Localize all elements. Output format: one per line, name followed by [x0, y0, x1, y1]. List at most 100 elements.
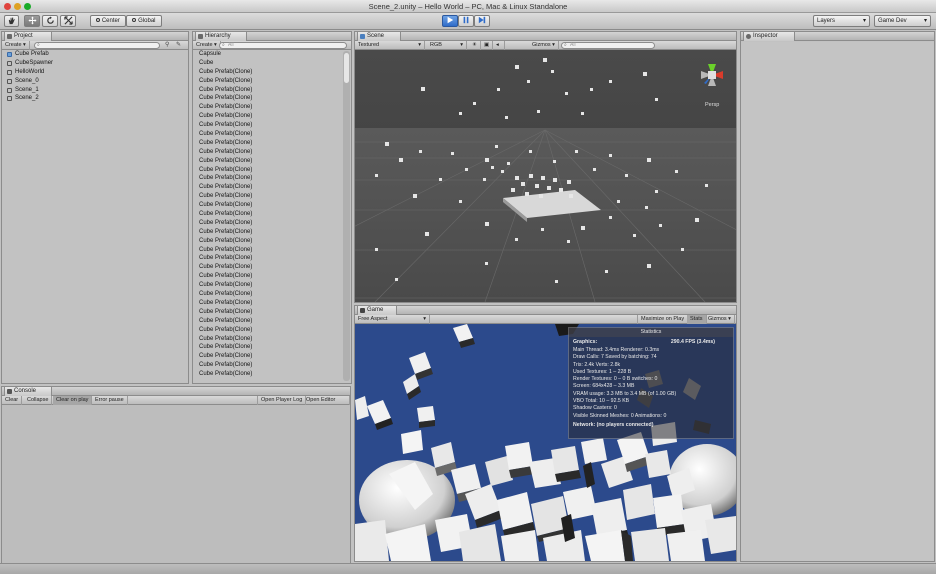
- scene-view[interactable]: Persp: [355, 50, 736, 302]
- project-asset-item[interactable]: Scene_2: [2, 94, 188, 103]
- scene-lighting-toggle[interactable]: ☀: [469, 41, 481, 50]
- console-log-area[interactable]: [2, 405, 350, 571]
- hierarchy-item[interactable]: Cube Prefab(Clone): [193, 139, 341, 148]
- play-button[interactable]: [442, 15, 458, 27]
- close-window-button[interactable]: [4, 3, 11, 10]
- hierarchy-item[interactable]: Capsule: [193, 50, 341, 59]
- scene-overlay-toggle[interactable]: ▣: [481, 41, 493, 50]
- hierarchy-item[interactable]: Cube Prefab(Clone): [193, 370, 341, 379]
- hierarchy-item[interactable]: Cube Prefab(Clone): [193, 77, 341, 86]
- hand-tool-button[interactable]: [4, 15, 19, 27]
- hierarchy-item[interactable]: Cube Prefab(Clone): [193, 281, 341, 290]
- hierarchy-item[interactable]: Cube Prefab(Clone): [193, 130, 341, 139]
- stats-line: VRAM usage: 3.3 MB to 3.4 MB (of 1.00 GB…: [573, 390, 677, 397]
- hierarchy-item[interactable]: Cube Prefab(Clone): [193, 308, 341, 317]
- minimize-window-button[interactable]: [14, 3, 21, 10]
- project-asset-label: Scene_2: [15, 95, 39, 102]
- hierarchy-item[interactable]: Cube Prefab(Clone): [193, 94, 341, 103]
- hierarchy-item[interactable]: Cube Prefab(Clone): [193, 299, 341, 308]
- hierarchy-item[interactable]: Cube Prefab(Clone): [193, 183, 341, 192]
- hierarchy-item[interactable]: Cube Prefab(Clone): [193, 246, 341, 255]
- hierarchy-item[interactable]: Cube Prefab(Clone): [193, 121, 341, 130]
- project-asset-label: Scene_0: [15, 77, 39, 84]
- hierarchy-item[interactable]: Cube Prefab(Clone): [193, 103, 341, 112]
- console-collapse-button[interactable]: Collapse: [24, 396, 53, 405]
- tab-hierarchy[interactable]: Hierarchy: [195, 32, 247, 41]
- hierarchy-item[interactable]: Cube Prefab(Clone): [193, 219, 341, 228]
- hierarchy-create-button[interactable]: Create ▾: [193, 41, 221, 50]
- hierarchy-item[interactable]: Cube Prefab(Clone): [193, 272, 341, 281]
- project-search-input[interactable]: ⌕: [34, 42, 160, 49]
- zoom-window-button[interactable]: [24, 3, 31, 10]
- hierarchy-item[interactable]: Cube Prefab(Clone): [193, 201, 341, 210]
- hierarchy-item[interactable]: Cube Prefab(Clone): [193, 352, 341, 361]
- layout-dropdown[interactable]: Game Dev ▾: [874, 15, 931, 27]
- project-create-button[interactable]: Create ▾: [2, 41, 30, 50]
- project-asset-item[interactable]: HelloWorld: [2, 68, 188, 77]
- filter-by-type-icon[interactable]: ⚲: [165, 41, 169, 50]
- hierarchy-item[interactable]: Cube Prefab(Clone): [193, 343, 341, 352]
- hierarchy-item[interactable]: Cube Prefab(Clone): [193, 263, 341, 272]
- space-toggle[interactable]: Global: [126, 15, 162, 27]
- project-asset-item[interactable]: CubeSpawner: [2, 59, 188, 68]
- step-button[interactable]: [474, 15, 490, 27]
- hierarchy-item[interactable]: Cube: [193, 59, 341, 68]
- pause-button[interactable]: [458, 15, 474, 27]
- tab-game[interactable]: Game: [357, 306, 397, 315]
- console-error-pause-toggle[interactable]: Error pause: [92, 396, 128, 405]
- hierarchy-item[interactable]: Cube Prefab(Clone): [193, 237, 341, 246]
- hierarchy-item[interactable]: Cube Prefab(Clone): [193, 192, 341, 201]
- hierarchy-scrollbar[interactable]: [343, 51, 350, 381]
- shading-mode-dropdown[interactable]: Textured ▾: [355, 41, 425, 50]
- scene-audio-toggle[interactable]: ◂: [493, 41, 505, 50]
- game-gizmos-dropdown[interactable]: Gizmos ▾: [705, 315, 735, 324]
- project-asset-item[interactable]: Scene_1: [2, 86, 188, 95]
- scale-tool-button[interactable]: [60, 15, 76, 27]
- scene-viewport[interactable]: Persp: [355, 50, 736, 302]
- console-clear-button[interactable]: Clear: [2, 396, 23, 405]
- scene-gizmos-dropdown[interactable]: Gizmos ▾: [529, 41, 559, 50]
- filter-by-label-icon[interactable]: ✎: [176, 41, 181, 50]
- hierarchy-item[interactable]: Cube Prefab(Clone): [193, 210, 341, 219]
- hierarchy-item[interactable]: Cube Prefab(Clone): [193, 254, 341, 263]
- hierarchy-item[interactable]: Cube Prefab(Clone): [193, 174, 341, 183]
- layers-dropdown[interactable]: Layers ▾: [813, 15, 870, 27]
- tab-scene[interactable]: Scene: [357, 32, 401, 41]
- hierarchy-item[interactable]: Cube Prefab(Clone): [193, 326, 341, 335]
- globe-icon: [132, 18, 137, 22]
- hierarchy-item[interactable]: Cube Prefab(Clone): [193, 290, 341, 299]
- hierarchy-item[interactable]: Cube Prefab(Clone): [193, 148, 341, 157]
- pause-icon: [463, 16, 469, 24]
- hierarchy-item[interactable]: Cube Prefab(Clone): [193, 317, 341, 326]
- maximize-on-play-toggle[interactable]: Maximize on Play: [637, 315, 689, 324]
- project-tab-icon: [7, 34, 12, 39]
- hierarchy-item[interactable]: Cube Prefab(Clone): [193, 335, 341, 344]
- project-asset-item[interactable]: Scene_0: [2, 77, 188, 86]
- open-player-log-button[interactable]: Open Player Log: [257, 396, 307, 405]
- hierarchy-item[interactable]: Cube Prefab(Clone): [193, 228, 341, 237]
- stats-line: Main Thread: 3.4ms Renderer: 0.3ms: [573, 347, 660, 353]
- hierarchy-item[interactable]: Cube Prefab(Clone): [193, 157, 341, 166]
- scrollbar-thumb[interactable]: [344, 53, 349, 83]
- open-editor-log-button[interactable]: Open Editor Log: [303, 396, 350, 412]
- inspector-panel: Inspector: [740, 31, 935, 562]
- tab-project[interactable]: Project: [4, 32, 52, 41]
- rotate-tool-button[interactable]: [42, 15, 58, 27]
- hierarchy-search-input[interactable]: ⌕ All: [219, 42, 347, 49]
- tab-console[interactable]: Console: [4, 387, 52, 396]
- hierarchy-item[interactable]: Cube Prefab(Clone): [193, 68, 341, 77]
- render-mode-dropdown[interactable]: RGB ▾: [427, 41, 467, 50]
- pivot-toggle[interactable]: Center: [90, 15, 126, 27]
- hierarchy-item[interactable]: Cube Prefab(Clone): [193, 361, 341, 370]
- stats-toggle[interactable]: Stats: [687, 315, 707, 324]
- move-tool-button[interactable]: [24, 15, 40, 27]
- scene-persp-label[interactable]: Persp: [705, 102, 719, 108]
- hierarchy-item[interactable]: Cube Prefab(Clone): [193, 166, 341, 175]
- console-clear-on-play-toggle[interactable]: Clear on play: [53, 396, 93, 405]
- aspect-dropdown[interactable]: Free Aspect ▾: [355, 315, 430, 324]
- hierarchy-item[interactable]: Cube Prefab(Clone): [193, 112, 341, 121]
- tab-inspector[interactable]: Inspector: [743, 32, 795, 41]
- scene-search-input[interactable]: ⌕ All: [561, 42, 655, 49]
- project-asset-item[interactable]: Cube Prefab: [2, 50, 188, 59]
- hierarchy-item[interactable]: Cube Prefab(Clone): [193, 86, 341, 95]
